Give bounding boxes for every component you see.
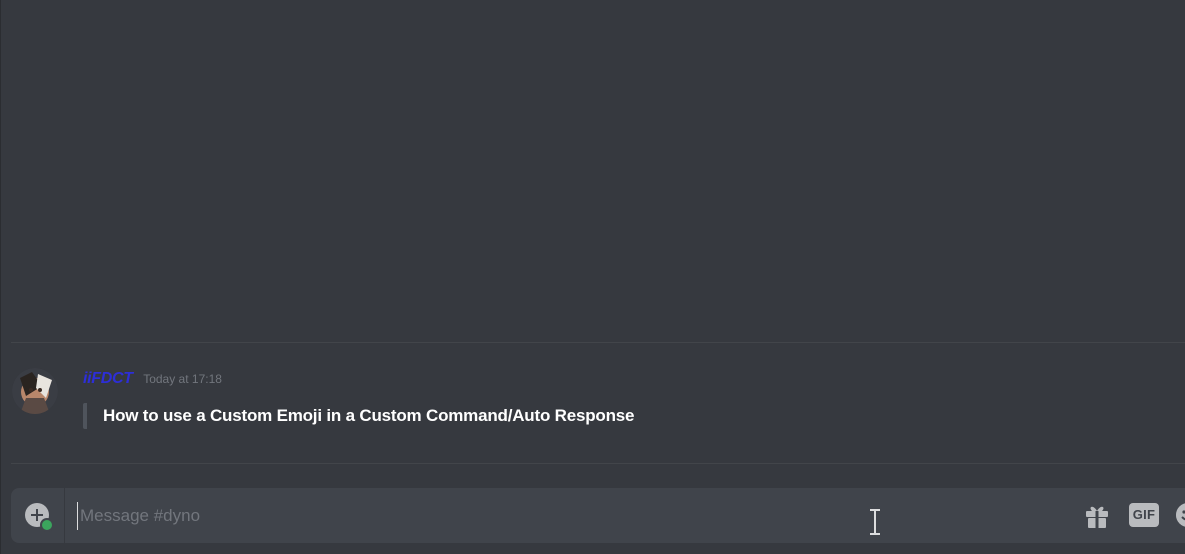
text-cursor-icon [870,509,880,535]
chat-window: iiFDCT Today at 17:18 How to use a Custo… [0,0,1185,554]
avatar[interactable] [12,368,58,414]
emoji-icon [1176,503,1185,527]
embed-title: How to use a Custom Emoji in a Custom Co… [103,406,635,425]
message-header: iiFDCT Today at 17:18 [83,370,222,390]
gif-button[interactable]: GIF [1129,503,1159,527]
message-item[interactable]: iiFDCT Today at 17:18 How to use a Custo… [1,360,1185,450]
emoji-button[interactable] [1176,503,1185,527]
message-divider [11,342,1185,343]
attach-button[interactable] [25,503,54,532]
avatar-image [12,368,58,414]
embed: How to use a Custom Emoji in a Custom Co… [83,403,635,429]
message-input[interactable] [77,502,980,530]
gift-button[interactable] [1083,502,1111,530]
message-composer: GIF [11,488,1185,543]
message-list[interactable]: iiFDCT Today at 17:18 How to use a Custo… [1,0,1185,470]
gift-icon [1086,506,1108,528]
message-divider [11,463,1185,464]
timestamp[interactable]: Today at 17:18 [143,372,222,386]
username[interactable]: iiFDCT [83,370,133,387]
status-badge [40,518,54,532]
composer-divider [64,488,65,543]
